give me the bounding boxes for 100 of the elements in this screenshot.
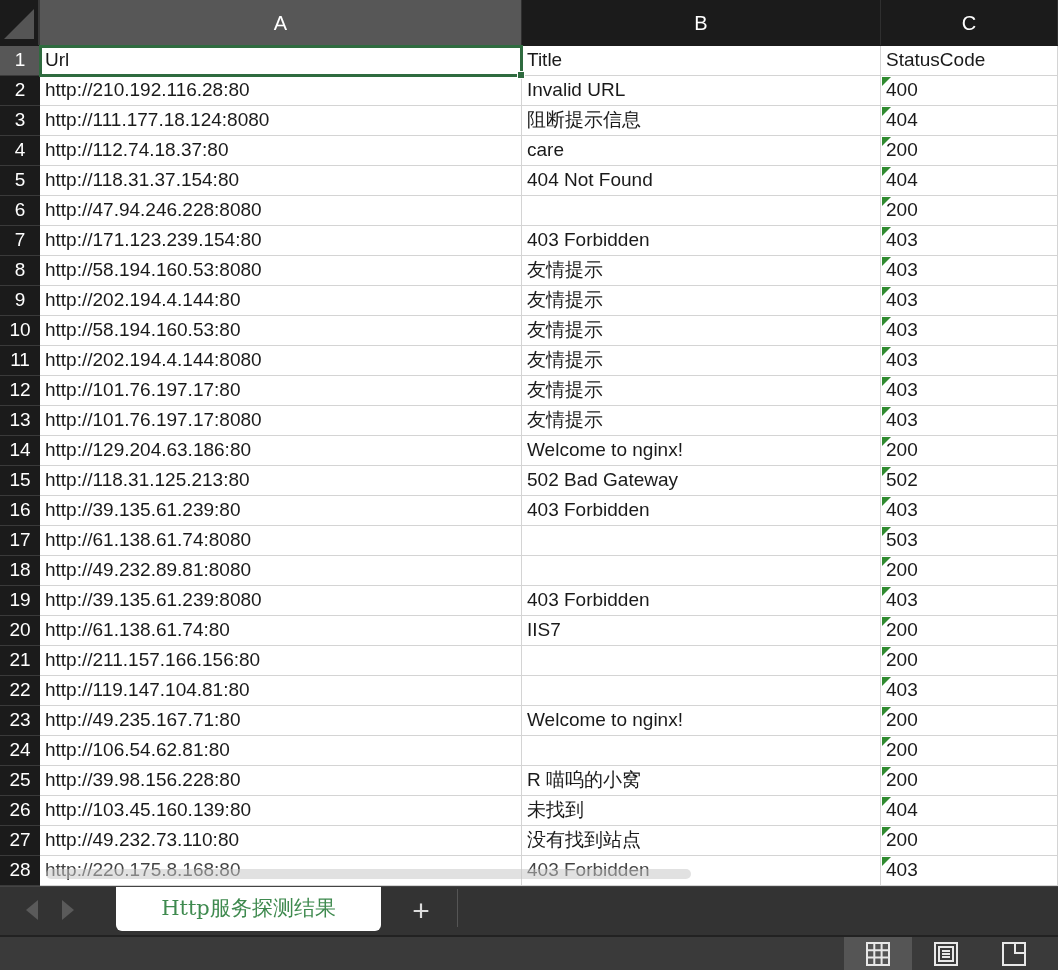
table-cell: 友情提示 [522,346,881,376]
table-cell: 403 [881,586,1058,616]
row-header[interactable]: 20 [0,616,40,646]
table-cell: http://112.74.18.37:80 [40,136,522,166]
table-cell: http://47.94.246.228:8080 [40,196,522,226]
table-cell: 403 [881,406,1058,436]
table-cell: http://39.135.61.239:80 [40,496,522,526]
grid-view-icon [865,940,891,967]
row-header[interactable]: 22 [0,676,40,706]
row-header[interactable]: 12 [0,376,40,406]
row-header[interactable]: 27 [0,826,40,856]
row-header[interactable]: 11 [0,346,40,376]
table-cell: 403 [881,286,1058,316]
table-cell: http://211.157.166.156:80 [40,646,522,676]
table-cell: http://101.76.197.17:80 [40,376,522,406]
table-cell: 200 [881,136,1058,166]
row-header[interactable]: 16 [0,496,40,526]
table-cell: 403 Forbidden [522,496,881,526]
table-cell: 404 [881,166,1058,196]
table-cell: http://61.138.61.74:80 [40,616,522,646]
table-cell: Title [522,46,881,76]
table-cell: IIS7 [522,616,881,646]
table-cell: http://118.31.37.154:80 [40,166,522,196]
row-header[interactable]: 1 [0,46,40,76]
table-cell: 200 [881,556,1058,586]
table-cell: 友情提示 [522,256,881,286]
row-header[interactable]: 23 [0,706,40,736]
row-header[interactable]: 9 [0,286,40,316]
row-header[interactable]: 8 [0,256,40,286]
page-layout-icon [933,940,959,967]
table-cell: http://39.135.61.239:8080 [40,586,522,616]
table-cell: 403 [881,256,1058,286]
table-cell: http://171.123.239.154:80 [40,226,522,256]
table-cell: http://49.232.73.110:80 [40,826,522,856]
table-cell: 403 [881,376,1058,406]
table-cell: 200 [881,646,1058,676]
table-cell: 友情提示 [522,376,881,406]
table-cell: 200 [881,436,1058,466]
table-cell: Welcome to nginx! [522,706,881,736]
row-header[interactable]: 4 [0,136,40,166]
table-cell: http://202.194.4.144:8080 [40,346,522,376]
table-cell: StatusCode [881,46,1058,76]
table-cell: http://106.54.62.81:80 [40,736,522,766]
table-cell: 404 [881,796,1058,826]
row-header[interactable]: 21 [0,646,40,676]
row-header[interactable]: 6 [0,196,40,226]
table-cell: http://103.45.160.139:80 [40,796,522,826]
table-cell: 403 Forbidden [522,226,881,256]
table-cell: http://118.31.125.213:80 [40,466,522,496]
table-cell: Url [40,46,522,76]
row-header[interactable]: 19 [0,586,40,616]
table-cell: 403 [881,346,1058,376]
row-header[interactable]: 28 [0,856,40,886]
table-cell: 404 [881,106,1058,136]
table-cell: 200 [881,736,1058,766]
row-header[interactable]: 13 [0,406,40,436]
row-header[interactable]: 7 [0,226,40,256]
row-header[interactable]: 17 [0,526,40,556]
table-cell: http://61.138.61.74:8080 [40,526,522,556]
table-cell: http://119.147.104.81:80 [40,676,522,706]
page-break-icon [1001,940,1027,967]
table-cell: http://129.204.63.186:80 [40,436,522,466]
row-header[interactable]: 14 [0,436,40,466]
table-cell: http://49.232.89.81:8080 [40,556,522,586]
table-cell: 403 Forbidden [522,586,881,616]
row-header[interactable]: 24 [0,736,40,766]
row-header[interactable]: 2 [0,76,40,106]
column-header[interactable]: A [40,0,522,45]
row-header[interactable]: 15 [0,466,40,496]
table-cell: 403 [881,496,1058,526]
row-header[interactable]: 10 [0,316,40,346]
table-cell: 友情提示 [522,286,881,316]
table-cell: 未找到 [522,796,881,826]
row-header[interactable]: 18 [0,556,40,586]
table-cell: 502 [881,466,1058,496]
view-mode-button[interactable] [844,937,912,970]
table-cell: 200 [881,766,1058,796]
add-sheet-button[interactable]: + [401,887,441,933]
table-cell: 200 [881,196,1058,226]
row-header[interactable]: 5 [0,166,40,196]
table-cell: Invalid URL [522,76,881,106]
table-cell: 200 [881,616,1058,646]
fill-handle[interactable] [517,71,525,79]
table-cell: http://58.194.160.53:80 [40,316,522,346]
table-cell: 友情提示 [522,406,881,436]
table-cell: 200 [881,826,1058,856]
table-cell: 阻断提示信息 [522,106,881,136]
table-cell: 200 [881,706,1058,736]
sheet-tab[interactable]: Http服务探测结果 [116,887,381,931]
row-header[interactable]: 25 [0,766,40,796]
table-cell: R 喵呜的小窝 [522,766,881,796]
table-cell: 403 [881,226,1058,256]
table-cell: care [522,136,881,166]
table-cell: 403 [881,676,1058,706]
row-header[interactable]: 3 [0,106,40,136]
table-cell: http://111.177.18.124:8080 [40,106,522,136]
table-cell: http://58.194.160.53:8080 [40,256,522,286]
row-header[interactable]: 26 [0,796,40,826]
table-cell: 503 [881,526,1058,556]
table-cell: 没有找到站点 [522,826,881,856]
